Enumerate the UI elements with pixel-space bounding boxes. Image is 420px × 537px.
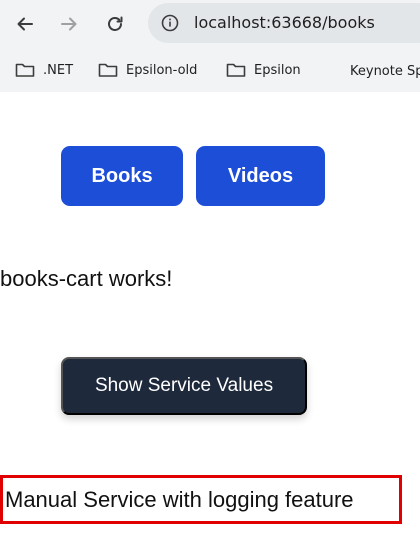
bookmark-epsilon-old[interactable]: Epsilon-old <box>98 59 197 81</box>
folder-icon <box>98 63 118 77</box>
bookmark-label: .NET <box>43 62 74 78</box>
videos-button[interactable]: Videos <box>196 146 325 206</box>
bookmark-net[interactable]: .NET <box>15 59 73 81</box>
reload-icon <box>108 16 123 31</box>
bookmark-label: Epsilon <box>254 62 301 78</box>
show-service-values-button[interactable]: Show Service Values <box>61 357 307 415</box>
service-message-box: Manual Service with logging feature <box>0 475 402 524</box>
back-button[interactable] <box>9 8 41 40</box>
url-text: localhost:63668/books <box>194 13 375 32</box>
service-message: Manual Service with logging feature <box>5 487 354 512</box>
books-button[interactable]: Books <box>61 146 183 206</box>
browser-toolbar: localhost:63668/books <box>0 0 420 48</box>
forward-button[interactable] <box>53 8 85 40</box>
address-bar[interactable]: localhost:63668/books <box>148 3 420 43</box>
reload-button[interactable] <box>99 8 131 40</box>
bookmark-epsilon[interactable]: Epsilon <box>226 59 301 81</box>
site-info-icon[interactable] <box>158 11 182 35</box>
bookmarks-bar: .NET Epsilon-old Epsilon Keynote Sp <box>0 48 420 92</box>
bookmark-label: Keynote Sp <box>350 63 420 79</box>
component-status-text: books-cart works! <box>0 266 173 291</box>
page-content: Books Videos books-cart works! Show Serv… <box>0 92 420 537</box>
bookmark-keynote[interactable]: Keynote Sp <box>350 60 420 82</box>
forward-arrow-icon <box>61 17 77 31</box>
folder-icon <box>15 63 35 77</box>
back-arrow-icon <box>17 17 33 31</box>
bookmark-label: Epsilon-old <box>126 62 198 78</box>
folder-icon <box>226 63 246 77</box>
